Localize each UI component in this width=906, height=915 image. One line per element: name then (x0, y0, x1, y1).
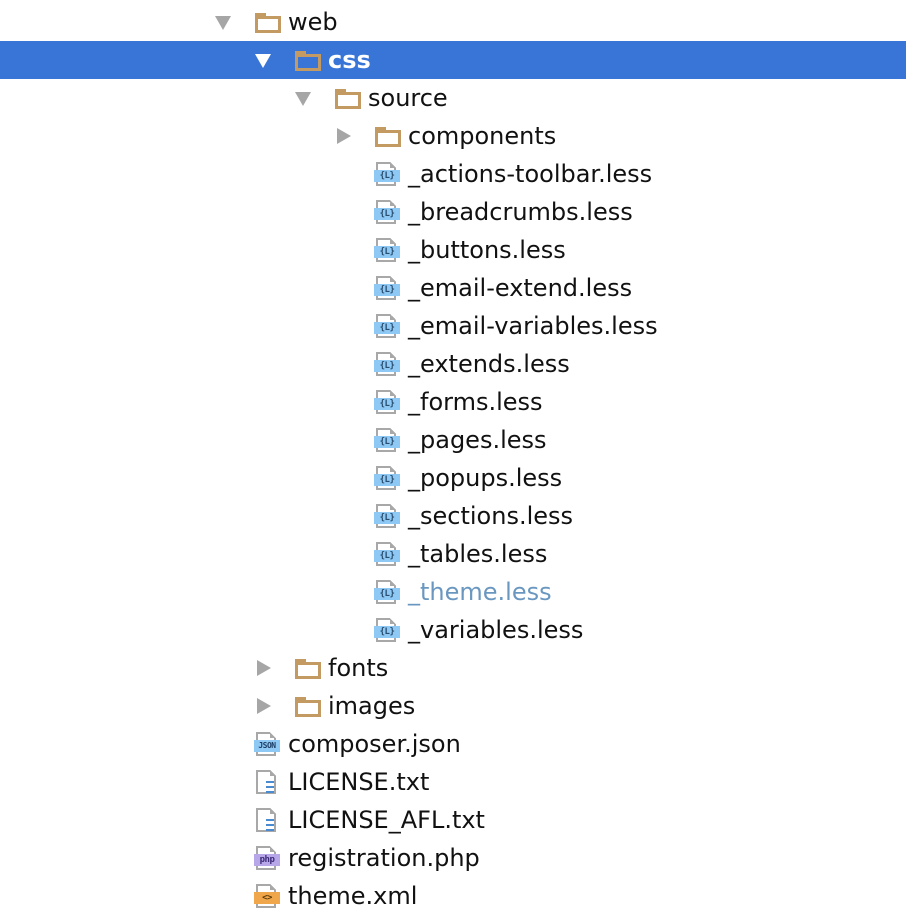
file-type-badge: php (254, 854, 280, 866)
folder-icon (375, 127, 401, 147)
less-file-icon: {L} (374, 238, 400, 262)
expand-arrow-down-icon[interactable] (215, 16, 231, 30)
file-type-badge: {L} (374, 322, 400, 334)
expand-arrow-down-icon[interactable] (255, 54, 271, 68)
file-type-badge: {L} (374, 398, 400, 410)
tree-file-license-txt[interactable]: LICENSE.txt (0, 763, 906, 801)
tree-item-label: source (368, 84, 448, 112)
less-file-icon: {L} (374, 314, 400, 338)
tree-item-label: _actions-toolbar.less (408, 160, 653, 188)
tree-file-registration-php[interactable]: php registration.php (0, 839, 906, 877)
tree-item-label: fonts (328, 654, 389, 682)
tree-file-email-variables-less[interactable]: {L} _email-variables.less (0, 307, 906, 345)
folder-icon (255, 13, 281, 33)
tree-item-label: LICENSE_AFL.txt (288, 806, 485, 834)
folder-icon (295, 51, 321, 71)
less-file-icon: {L} (374, 542, 400, 566)
collapse-arrow-right-icon[interactable] (337, 128, 351, 144)
tree-item-label: _forms.less (408, 388, 543, 416)
project-file-tree: web css source components {L} _actions-toolba… (0, 3, 906, 915)
tree-file-variables-less[interactable]: {L} _variables.less (0, 611, 906, 649)
file-type-badge: {L} (374, 474, 400, 486)
tree-item-label: components (408, 122, 557, 150)
less-file-icon: {L} (374, 390, 400, 414)
tree-folder-components[interactable]: components (0, 117, 906, 155)
tree-folder-images[interactable]: images (0, 687, 906, 725)
tree-file-forms-less[interactable]: {L} _forms.less (0, 383, 906, 421)
file-type-badge: {L} (374, 588, 400, 600)
less-file-icon: {L} (374, 504, 400, 528)
tree-item-label: _email-variables.less (408, 312, 658, 340)
tree-folder-fonts[interactable]: fonts (0, 649, 906, 687)
tree-item-label: _popups.less (408, 464, 563, 492)
folder-icon (295, 697, 321, 717)
tree-item-label: theme.xml (288, 882, 418, 910)
tree-file-theme-less[interactable]: {L} _theme.less (0, 573, 906, 611)
tree-item-label: _extends.less (408, 350, 570, 378)
file-type-badge: JSON (254, 740, 280, 752)
tree-file-popups-less[interactable]: {L} _popups.less (0, 459, 906, 497)
tree-file-buttons-less[interactable]: {L} _buttons.less (0, 231, 906, 269)
tree-item-label: registration.php (288, 844, 480, 872)
file-type-badge: <> (254, 892, 280, 904)
tree-file-theme-xml[interactable]: <> theme.xml (0, 877, 906, 915)
tree-item-label: _breadcrumbs.less (408, 198, 633, 226)
tree-file-tables-less[interactable]: {L} _tables.less (0, 535, 906, 573)
less-file-icon: {L} (374, 276, 400, 300)
folder-icon (335, 89, 361, 109)
less-file-icon: {L} (374, 466, 400, 490)
tree-item-label: web (288, 8, 338, 36)
less-file-icon: {L} (374, 200, 400, 224)
json-file-icon: JSON (254, 732, 280, 756)
tree-file-breadcrumbs-less[interactable]: {L} _breadcrumbs.less (0, 193, 906, 231)
less-file-icon: {L} (374, 580, 400, 604)
expand-arrow-down-icon[interactable] (295, 92, 311, 106)
collapse-arrow-right-icon[interactable] (257, 698, 271, 714)
file-type-badge: {L} (374, 208, 400, 220)
file-type-badge: {L} (374, 550, 400, 562)
tree-file-pages-less[interactable]: {L} _pages.less (0, 421, 906, 459)
xml-file-icon: <> (254, 884, 280, 908)
tree-item-label: images (328, 692, 416, 720)
less-file-icon: {L} (374, 162, 400, 186)
tree-file-email-extend-less[interactable]: {L} _email-extend.less (0, 269, 906, 307)
tree-item-label: _pages.less (408, 426, 547, 454)
tree-item-label: _sections.less (408, 502, 574, 530)
less-file-icon: {L} (374, 428, 400, 452)
text-file-icon (254, 808, 280, 832)
folder-icon (295, 659, 321, 679)
tree-folder-source[interactable]: source (0, 79, 906, 117)
file-type-badge: {L} (374, 360, 400, 372)
tree-file-actions-toolbar-less[interactable]: {L} _actions-toolbar.less (0, 155, 906, 193)
tree-folder-css[interactable]: css (0, 41, 906, 79)
collapse-arrow-right-icon[interactable] (257, 660, 271, 676)
less-file-icon: {L} (374, 352, 400, 376)
tree-item-label: _buttons.less (408, 236, 566, 264)
tree-item-label: _tables.less (408, 540, 548, 568)
file-type-badge: {L} (374, 246, 400, 258)
tree-file-license-afl-txt[interactable]: LICENSE_AFL.txt (0, 801, 906, 839)
file-type-badge: {L} (374, 436, 400, 448)
tree-file-composer-json[interactable]: JSON composer.json (0, 725, 906, 763)
tree-file-extends-less[interactable]: {L} _extends.less (0, 345, 906, 383)
less-file-icon: {L} (374, 618, 400, 642)
php-file-icon: php (254, 846, 280, 870)
file-type-badge: {L} (374, 626, 400, 638)
text-file-icon (254, 770, 280, 794)
tree-folder-web[interactable]: web (0, 3, 906, 41)
tree-item-label: _theme.less (408, 578, 552, 606)
file-type-badge: {L} (374, 170, 400, 182)
tree-item-label: _email-extend.less (408, 274, 633, 302)
tree-file-sections-less[interactable]: {L} _sections.less (0, 497, 906, 535)
file-type-badge: {L} (374, 512, 400, 524)
tree-item-label: LICENSE.txt (288, 768, 430, 796)
file-type-badge: {L} (374, 284, 400, 296)
tree-item-label: _variables.less (408, 616, 584, 644)
tree-item-label: css (328, 46, 371, 74)
tree-item-label: composer.json (288, 730, 461, 758)
